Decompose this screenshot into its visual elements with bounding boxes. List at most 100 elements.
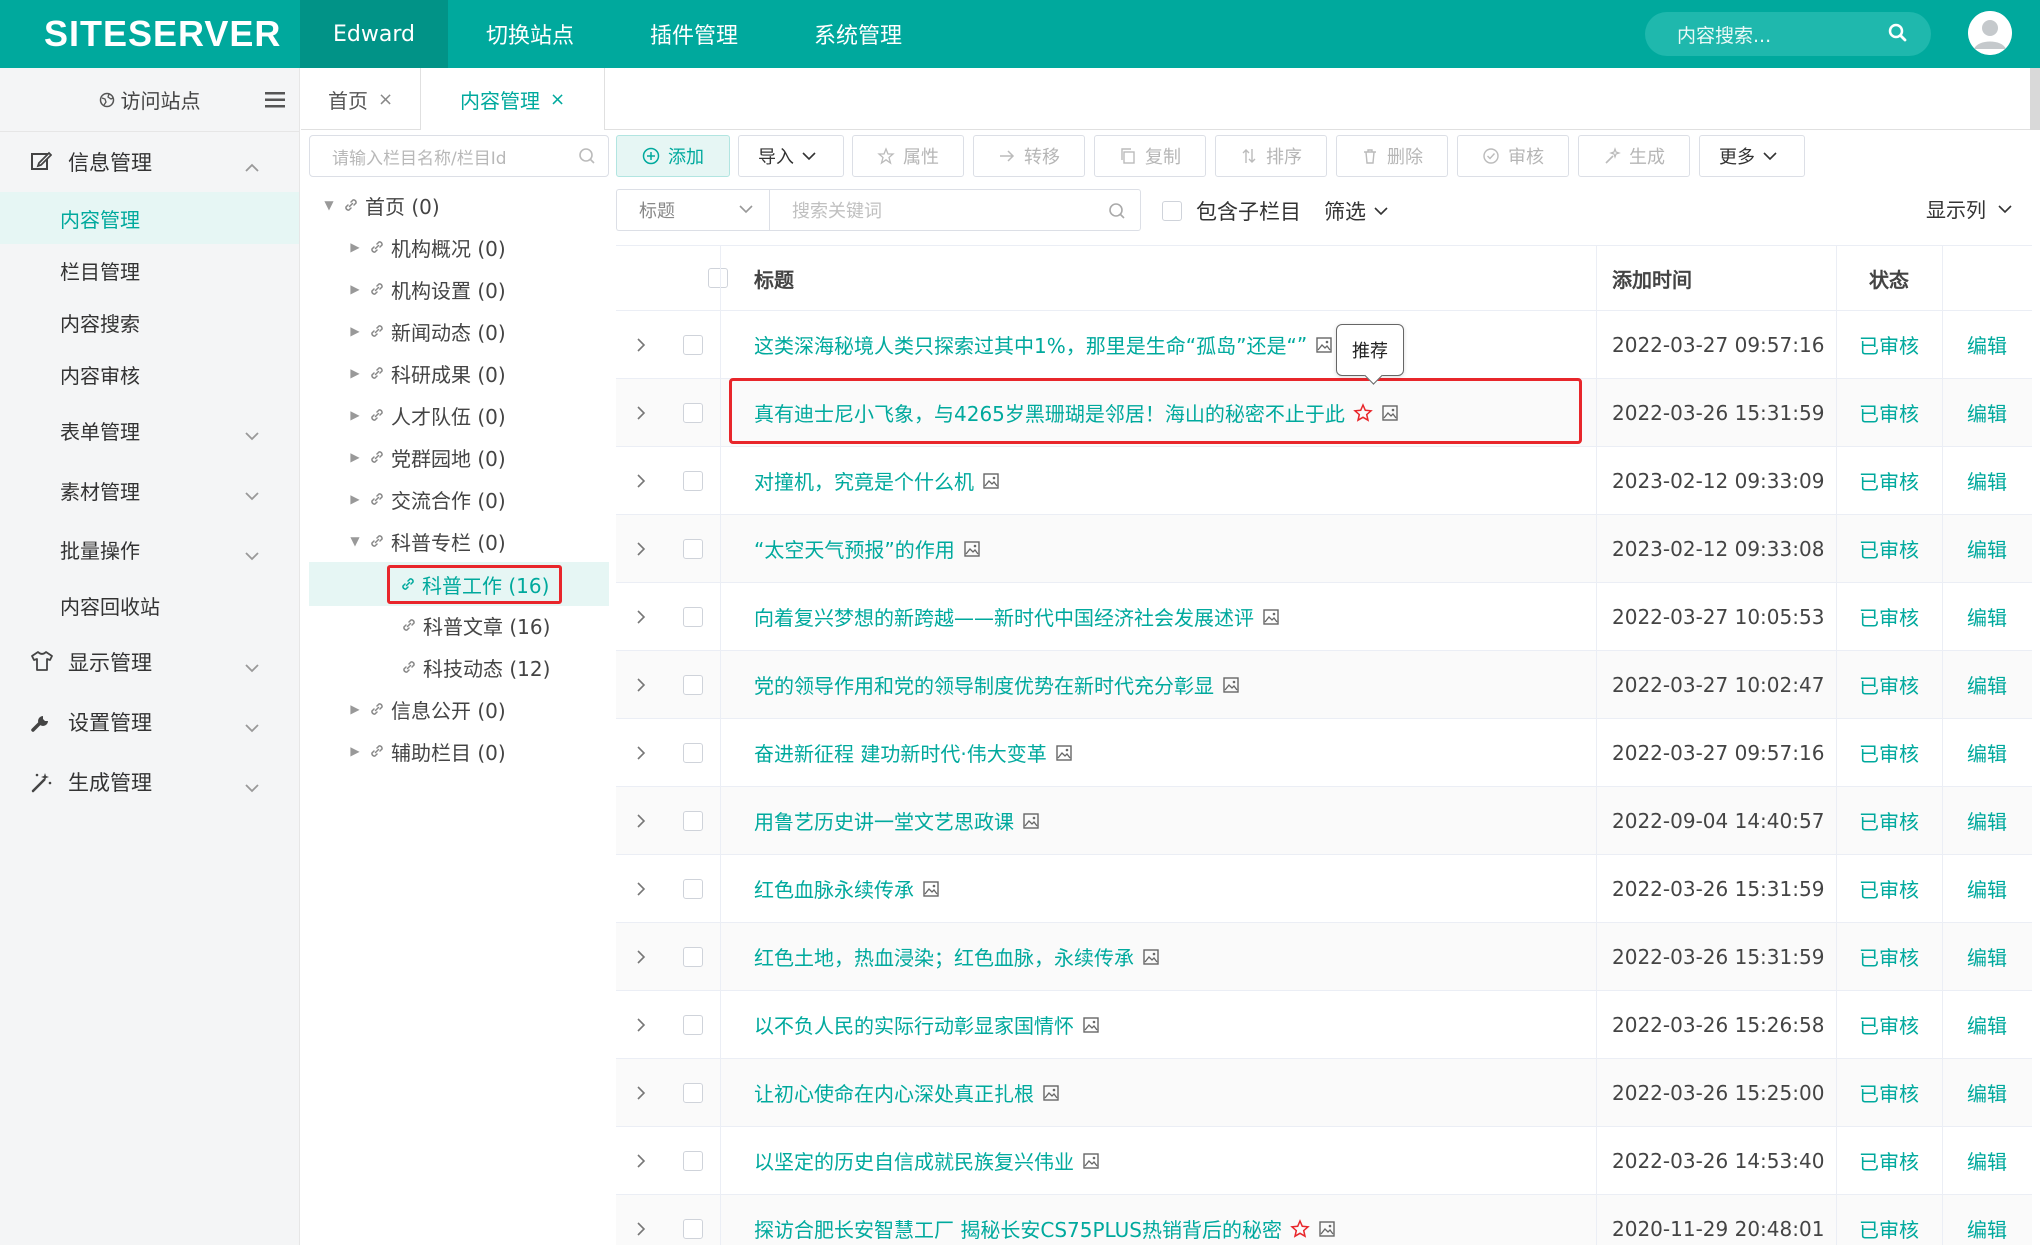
star-icon[interactable] xyxy=(1290,1218,1310,1239)
content-title-link[interactable]: 以不负人民的实际行动彰显家国情怀 xyxy=(736,991,1596,1058)
edit-link[interactable]: 编辑 xyxy=(1942,1127,2032,1194)
row-checkbox[interactable] xyxy=(683,1014,703,1035)
content-title-link[interactable]: 奋进新征程 建功新时代·伟大变革 xyxy=(736,719,1596,786)
tree-node-science-work[interactable]: 科普工作 (16) xyxy=(309,562,609,606)
tree-node[interactable]: ▶ 机构设置 (0) xyxy=(301,270,505,308)
tree-node[interactable]: 科普文章 (16) xyxy=(301,606,550,644)
sort-button[interactable]: 排序 xyxy=(1215,135,1327,177)
sidebar-item-recycle-bin[interactable]: 内容回收站 xyxy=(0,578,299,632)
content-search-input[interactable]: 内容搜索... xyxy=(1645,12,1931,56)
select-all-checkbox[interactable] xyxy=(708,268,728,288)
status-link[interactable]: 已审核 xyxy=(1836,515,1942,582)
table-row[interactable]: “太空天气预报”的作用 2023-02-12 09:33:08 已审核 编辑 xyxy=(616,515,2032,583)
generate-button[interactable]: 生成 xyxy=(1578,135,1690,177)
tree-node[interactable]: ▶ 科研成果 (0) xyxy=(301,354,505,392)
edit-link[interactable]: 编辑 xyxy=(1942,515,2032,582)
status-link[interactable]: 已审核 xyxy=(1836,1127,1942,1194)
table-row[interactable]: 让初心使命在内心深处真正扎根 2022-03-26 15:25:00 已审核 编辑 xyxy=(616,1059,2032,1127)
topnav-plugins[interactable]: 插件管理 xyxy=(612,0,776,68)
status-link[interactable]: 已审核 xyxy=(1836,311,1942,378)
expand-row-icon[interactable] xyxy=(616,515,666,582)
row-checkbox[interactable] xyxy=(683,470,703,491)
sidebar-item-channel-manage[interactable]: 栏目管理 xyxy=(0,244,299,296)
expand-row-icon[interactable] xyxy=(616,1195,666,1245)
table-row[interactable]: 对撞机，究竟是个什么机 2023-02-12 09:33:09 已审核 编辑 xyxy=(616,447,2032,515)
topnav-system[interactable]: 系统管理 xyxy=(776,0,940,68)
row-checkbox[interactable] xyxy=(683,878,703,899)
expand-row-icon[interactable] xyxy=(616,787,666,854)
checkbox[interactable] xyxy=(1162,201,1182,221)
status-link[interactable]: 已审核 xyxy=(1836,379,1942,446)
sidebar-item-content-search[interactable]: 内容搜索 xyxy=(0,296,299,348)
search-icon[interactable] xyxy=(1108,202,1126,220)
menu-group-display[interactable]: 显示管理 xyxy=(0,632,299,692)
channel-search-input[interactable]: 请输入栏目名称/栏目Id xyxy=(309,135,609,177)
avatar[interactable] xyxy=(1968,11,2012,55)
visit-site-link[interactable]: 访问站点 xyxy=(0,68,299,132)
content-title-link[interactable]: 真有迪士尼小飞象，与4265岁黑珊瑚是邻居！海山的秘密不止于此 xyxy=(736,379,1596,446)
topnav-user[interactable]: Edward xyxy=(300,0,448,68)
topnav-switch-site[interactable]: 切换站点 xyxy=(448,0,612,68)
header-time[interactable]: 添加时间 xyxy=(1596,246,1836,310)
copy-button[interactable]: 复制 xyxy=(1094,135,1206,177)
edit-link[interactable]: 编辑 xyxy=(1942,651,2032,718)
row-checkbox[interactable] xyxy=(683,606,703,627)
row-checkbox[interactable] xyxy=(683,674,703,695)
caret-right-icon[interactable]: ▶ xyxy=(347,492,363,506)
sidebar-item-content-manage[interactable]: 内容管理 xyxy=(0,192,299,244)
include-sub-checkbox[interactable]: 包含子栏目 xyxy=(1162,196,1301,226)
scrollbar[interactable] xyxy=(2030,68,2040,130)
table-row[interactable]: 红色土地，热血浸染；红色血脉，永续传承 2022-03-26 15:31:59 已审… xyxy=(616,923,2032,991)
table-row[interactable]: 红色血脉永续传承 2022-03-26 15:31:59 已审核 编辑 xyxy=(616,855,2032,923)
table-row[interactable]: 用鲁艺历史讲一堂文艺思政课 2022-09-04 14:40:57 已审核 编辑 xyxy=(616,787,2032,855)
status-link[interactable]: 已审核 xyxy=(1836,651,1942,718)
expand-row-icon[interactable] xyxy=(616,719,666,786)
row-checkbox[interactable] xyxy=(683,1218,703,1239)
edit-link[interactable]: 编辑 xyxy=(1942,1059,2032,1126)
status-link[interactable]: 已审核 xyxy=(1836,787,1942,854)
expand-row-icon[interactable] xyxy=(616,583,666,650)
content-title-link[interactable]: 红色土地，热血浸染；红色血脉，永续传承 xyxy=(736,923,1596,990)
table-row[interactable]: 奋进新征程 建功新时代·伟大变革 2022-03-27 09:57:16 已审核 编辑 xyxy=(616,719,2032,787)
sidebar-item-material-manage[interactable]: 素材管理 xyxy=(0,460,299,520)
table-row[interactable]: 以不负人民的实际行动彰显家国情怀 2022-03-26 15:26:58 已审核 编辑 xyxy=(616,991,2032,1059)
edit-link[interactable]: 编辑 xyxy=(1942,379,2032,446)
caret-right-icon[interactable]: ▶ xyxy=(347,702,363,716)
status-link[interactable]: 已审核 xyxy=(1836,583,1942,650)
edit-link[interactable]: 编辑 xyxy=(1942,787,2032,854)
sidebar-item-form-manage[interactable]: 表单管理 xyxy=(0,400,299,460)
sidebar-item-content-audit[interactable]: 内容审核 xyxy=(0,348,299,400)
table-row[interactable]: 党的领导作用和党的领导制度优势在新时代充分彰显 2022-03-27 10:02:… xyxy=(616,651,2032,719)
content-title-link[interactable]: 党的领导作用和党的领导制度优势在新时代充分彰显 xyxy=(736,651,1596,718)
caret-right-icon[interactable]: ▶ xyxy=(347,366,363,380)
status-link[interactable]: 已审核 xyxy=(1836,991,1942,1058)
collapse-menu-icon[interactable] xyxy=(265,90,285,114)
content-title-link[interactable]: 用鲁艺历史讲一堂文艺思政课 xyxy=(736,787,1596,854)
table-row[interactable]: 这类深海秘境人类只探索过其中1%，那里是生命“孤岛”还是“” 2022-03-27… xyxy=(616,311,2032,379)
expand-row-icon[interactable] xyxy=(616,651,666,718)
row-checkbox[interactable] xyxy=(683,402,703,423)
caret-right-icon[interactable]: ▶ xyxy=(347,324,363,338)
header-title[interactable]: 标题 xyxy=(736,246,1596,310)
add-button[interactable]: 添加 xyxy=(616,135,730,177)
caret-right-icon[interactable]: ▶ xyxy=(347,282,363,296)
caret-down-icon[interactable]: ▼ xyxy=(321,198,337,212)
expand-row-icon[interactable] xyxy=(616,923,666,990)
tree-node[interactable]: ▶ 新闻动态 (0) xyxy=(301,312,505,350)
menu-group-info[interactable]: 信息管理 xyxy=(0,132,299,192)
search-field-select[interactable]: 标题 xyxy=(616,189,769,231)
row-checkbox[interactable] xyxy=(683,742,703,763)
close-icon[interactable]: × xyxy=(378,89,393,110)
edit-link[interactable]: 编辑 xyxy=(1942,719,2032,786)
edit-link[interactable]: 编辑 xyxy=(1942,991,2032,1058)
table-row[interactable]: 以坚定的历史自信成就民族复兴伟业 2022-03-26 14:53:40 已审核 编辑 xyxy=(616,1127,2032,1195)
status-link[interactable]: 已审核 xyxy=(1836,855,1942,922)
menu-group-generate[interactable]: 生成管理 xyxy=(0,752,299,812)
star-icon[interactable] xyxy=(1353,402,1373,423)
status-link[interactable]: 已审核 xyxy=(1836,719,1942,786)
audit-button[interactable]: 审核 xyxy=(1457,135,1569,177)
menu-group-settings[interactable]: 设置管理 xyxy=(0,692,299,752)
expand-row-icon[interactable] xyxy=(616,311,666,378)
edit-link[interactable]: 编辑 xyxy=(1942,1195,2032,1245)
keyword-search-input[interactable]: 搜索关键词 xyxy=(769,189,1141,231)
